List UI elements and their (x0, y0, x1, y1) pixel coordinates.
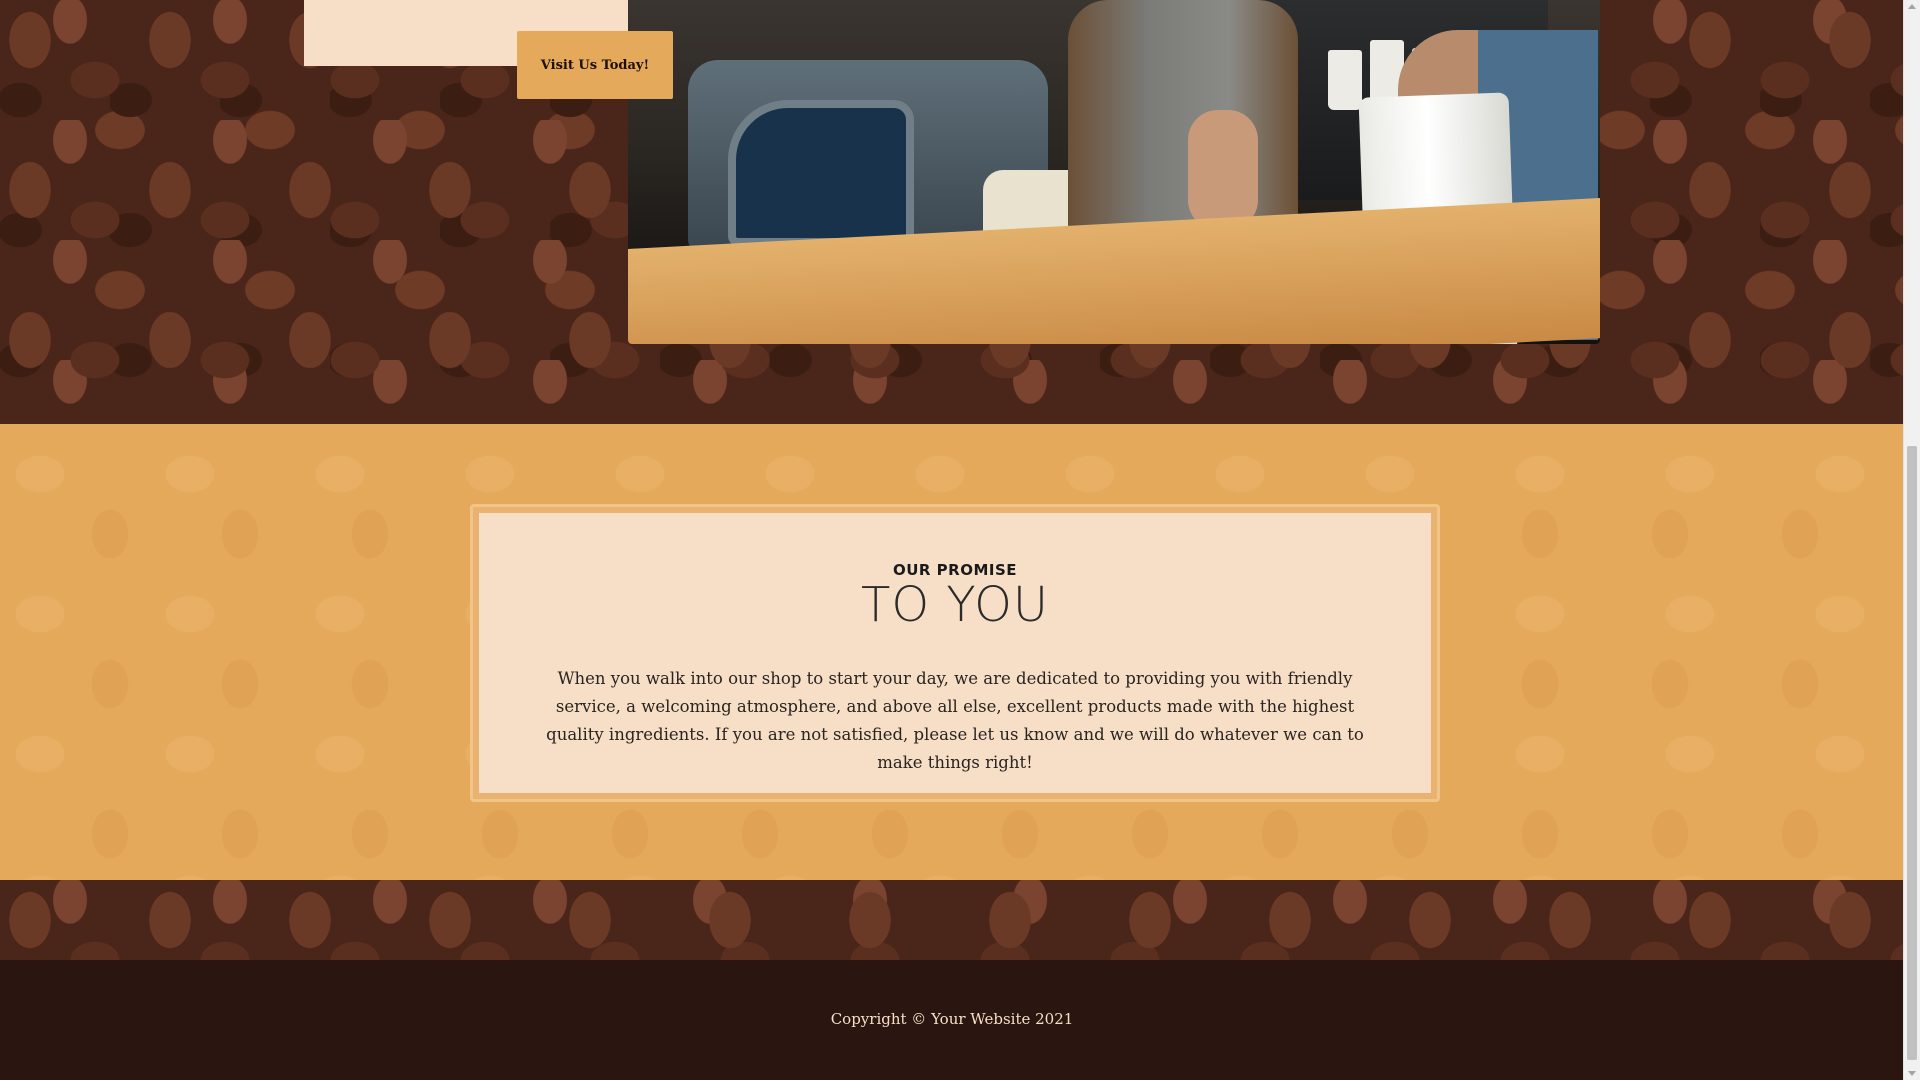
coffee-beans-strip (0, 880, 1904, 960)
copyright-text: Copyright © Your Website 2021 (830, 1010, 1074, 1028)
vertical-scrollbar[interactable] (1903, 0, 1920, 1080)
promise-section: OUR PROMISE TO YOU When you walk into ou… (0, 424, 1904, 880)
scrollbar-thumb[interactable] (1907, 446, 1917, 1060)
promise-text: When you walk into our shop to start you… (546, 669, 1364, 772)
promise-card: OUR PROMISE TO YOU When you walk into ou… (479, 513, 1431, 793)
footer: Copyright © Your Website 2021 (0, 960, 1904, 1080)
scroll-down-arrow-icon[interactable] (1908, 1071, 1916, 1076)
scroll-up-arrow-icon[interactable] (1908, 4, 1916, 9)
photo-machine-window (728, 100, 914, 246)
photo-barista-arm (1188, 110, 1258, 230)
photo-cup (1328, 50, 1362, 110)
page: Visit Us Today! OUR PROMISE TO YOU When … (0, 0, 1920, 1080)
promise-title: TO YOU (861, 577, 1049, 633)
barista-photo (628, 0, 1600, 344)
visit-us-button[interactable]: Visit Us Today! (517, 31, 673, 99)
promise-frame: OUR PROMISE TO YOU When you walk into ou… (470, 504, 1440, 802)
